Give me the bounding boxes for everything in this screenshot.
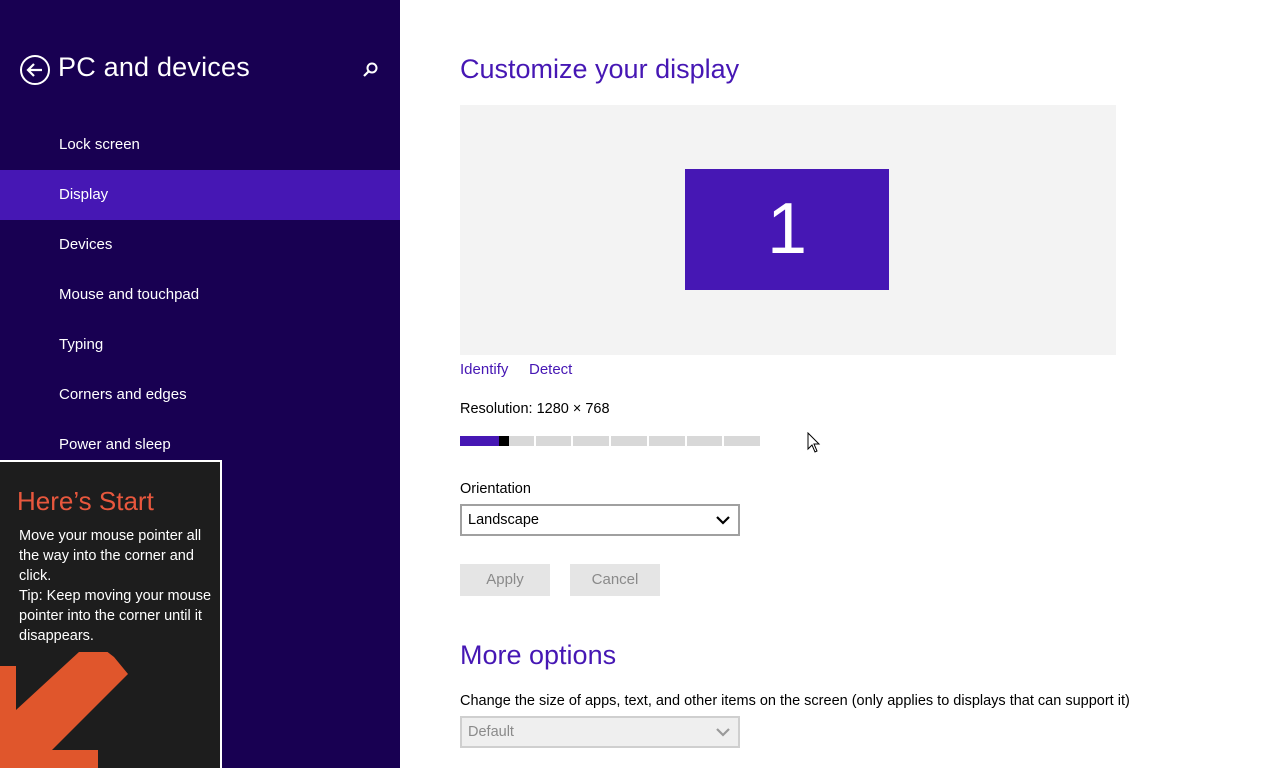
tip-body: Move your mouse pointer all the way into… (19, 526, 215, 646)
sidebar-item-lock-screen[interactable]: Lock screen (0, 120, 400, 170)
orientation-label: Orientation (460, 481, 531, 497)
sidebar-item-mouse-and-touchpad[interactable]: Mouse and touchpad (0, 270, 400, 320)
size-label: Change the size of apps, text, and other… (460, 693, 1130, 709)
start-tip-panel: Here’s Start Move your mouse pointer all… (0, 460, 222, 768)
search-icon[interactable] (361, 60, 381, 80)
arrow-down-left-icon (0, 652, 128, 768)
tip-title: Here’s Start (17, 486, 154, 516)
slider-segment (686, 436, 723, 446)
cancel-button[interactable]: Cancel (570, 564, 660, 596)
mouse-pointer-icon (807, 432, 821, 453)
slider-segment (573, 436, 609, 446)
chevron-down-icon (716, 516, 730, 525)
apply-button[interactable]: Apply (460, 564, 550, 596)
slider-fill (460, 436, 499, 446)
monitor-tile[interactable]: 1 (685, 169, 889, 290)
size-select[interactable]: Default (460, 716, 740, 748)
main-content: Customize your display 1 Identify Detect… (400, 0, 1280, 768)
sidebar-item-display[interactable]: Display (0, 170, 400, 220)
sidebar-item-corners-and-edges[interactable]: Corners and edges (0, 370, 400, 420)
slider-segment (648, 436, 685, 446)
page-title: Customize your display (460, 54, 740, 84)
orientation-select[interactable]: Landscape (460, 504, 740, 536)
size-value: Default (468, 724, 514, 740)
slider-segment (611, 436, 647, 446)
resolution-label: Resolution: 1280 × 768 (460, 401, 610, 417)
display-preview: 1 (460, 105, 1116, 355)
more-options-title: More options (460, 640, 617, 670)
tip-line-2: Tip: Keep moving your mouse pointer into… (19, 588, 212, 644)
slider-segment (724, 436, 760, 446)
sidebar-item-typing[interactable]: Typing (0, 320, 400, 370)
chevron-down-icon (716, 728, 730, 737)
resolution-slider[interactable] (460, 436, 760, 446)
sidebar-item-devices[interactable]: Devices (0, 220, 400, 270)
sidebar-title: PC and devices (58, 52, 250, 82)
slider-segment (535, 436, 572, 446)
slider-thumb[interactable] (499, 436, 509, 446)
back-arrow-circle-icon[interactable] (20, 55, 50, 85)
detect-link[interactable]: Detect (529, 361, 572, 378)
tip-line-1: Move your mouse pointer all the way into… (19, 528, 202, 584)
orientation-value: Landscape (468, 512, 539, 528)
identify-link[interactable]: Identify (460, 361, 508, 378)
sidebar-nav: Lock screen Display Devices Mouse and to… (0, 120, 400, 470)
